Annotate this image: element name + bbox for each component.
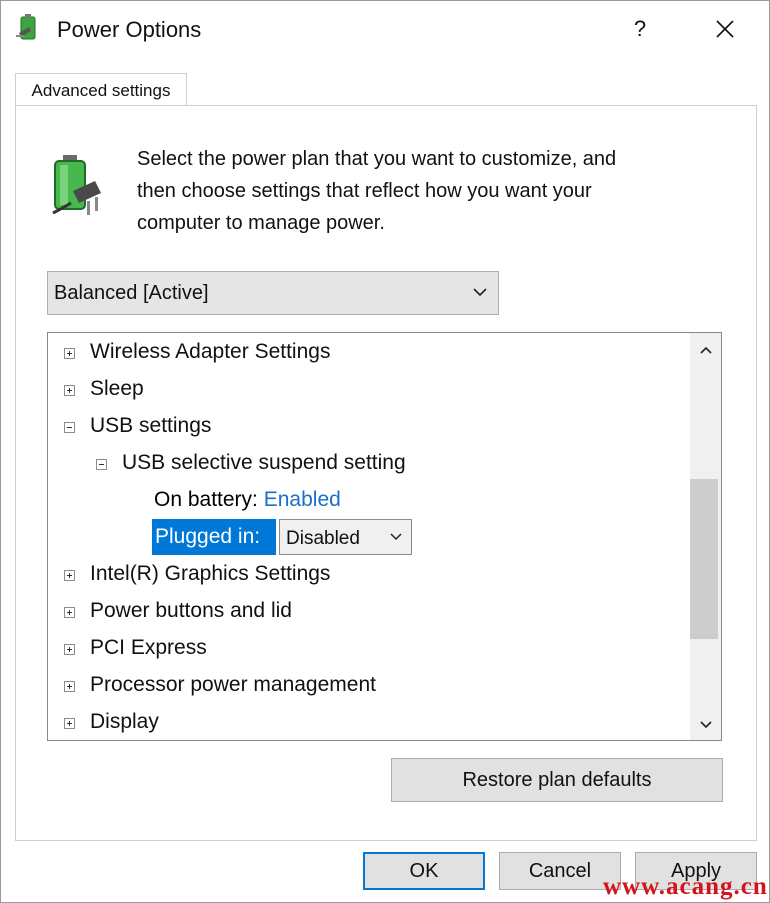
close-button[interactable] xyxy=(701,9,749,49)
power-plan-value: Balanced [Active] xyxy=(54,282,209,304)
chevron-down-icon xyxy=(390,533,402,541)
on-battery-setting: On battery: Enabled xyxy=(154,488,341,512)
power-plan-select[interactable]: Balanced [Active] xyxy=(47,271,499,315)
on-battery-value[interactable]: Enabled xyxy=(264,488,341,511)
watermark-text: www.acang.cn xyxy=(603,873,768,900)
expand-icon[interactable] xyxy=(64,681,75,692)
close-icon xyxy=(716,20,734,38)
chevron-down-icon xyxy=(473,288,487,297)
collapse-icon[interactable] xyxy=(64,422,75,433)
scroll-up-button[interactable] xyxy=(690,335,721,365)
tree-item-label: Intel(R) Graphics Settings xyxy=(90,562,331,585)
power-settings-tree[interactable]: Wireless Adapter Settings Sleep USB sett… xyxy=(47,332,722,741)
tree-item-label: Wireless Adapter Settings xyxy=(90,340,331,363)
expand-icon[interactable] xyxy=(64,570,75,581)
collapse-icon[interactable] xyxy=(96,459,107,470)
title-bar: Power Options ? xyxy=(1,1,769,61)
description-line: computer to manage power. xyxy=(137,212,385,234)
description-line: then choose settings that reflect how yo… xyxy=(137,180,592,202)
tab-advanced-settings[interactable]: Advanced settings xyxy=(15,73,187,107)
scroll-thumb[interactable] xyxy=(690,479,718,639)
on-battery-label: On battery: xyxy=(154,488,258,511)
chevron-up-icon xyxy=(699,346,712,354)
plugged-in-select[interactable]: Disabled xyxy=(279,519,412,555)
restore-plan-defaults-button[interactable]: Restore plan defaults xyxy=(391,758,723,802)
tree-item-label: Processor power management xyxy=(90,673,376,696)
plan-description: Select the power plan that you want to c… xyxy=(137,143,727,239)
expand-icon[interactable] xyxy=(64,607,75,618)
plugged-in-value: Disabled xyxy=(286,528,360,549)
plugged-in-label: Plugged in: xyxy=(152,519,276,555)
expand-icon[interactable] xyxy=(64,644,75,655)
power-options-icon xyxy=(16,14,36,40)
tree-item-label: Power buttons and lid xyxy=(90,599,292,622)
battery-plug-icon xyxy=(52,155,101,215)
tree-item-label: USB settings xyxy=(90,414,212,437)
scroll-down-button[interactable] xyxy=(690,710,721,740)
tree-item-label: Sleep xyxy=(90,377,144,400)
power-options-window: Power Options ? Advanced settings Select… xyxy=(0,0,770,903)
chevron-down-icon xyxy=(699,721,712,729)
tree-item-label: PCI Express xyxy=(90,636,207,659)
help-button[interactable]: ? xyxy=(617,9,663,49)
window-title: Power Options xyxy=(57,17,202,42)
expand-icon[interactable] xyxy=(64,348,75,359)
description-line: Select the power plan that you want to c… xyxy=(137,148,617,170)
expand-icon[interactable] xyxy=(64,718,75,729)
tree-item-label: USB selective suspend setting xyxy=(122,451,406,474)
expand-icon[interactable] xyxy=(64,385,75,396)
tree-item-label: Display xyxy=(90,710,159,733)
ok-button[interactable]: OK xyxy=(363,852,485,890)
tree-scrollbar[interactable] xyxy=(690,333,721,740)
